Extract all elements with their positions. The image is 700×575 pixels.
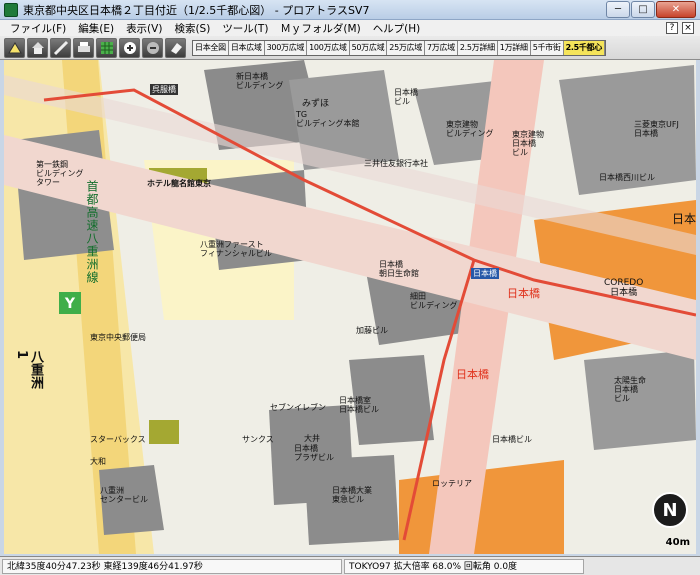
app-icon [4,2,18,17]
label-tokyo-tatemono: 東京建物 ビルディング [446,120,494,138]
label-nishikawa: 日本橋西川ビル [599,173,655,182]
subwindow-controls: ? × [666,22,694,34]
label-plaza: 日本橋 プラザビル [294,444,334,462]
label-kato: 加藤ビル [356,326,388,335]
scale-button[interactable]: 25万広域 [387,40,425,55]
label-taiyo: 太陽生命 日本橋 ビル [614,376,646,403]
menu-tools[interactable]: ツール(T) [216,21,274,36]
maximize-button[interactable]: □ [631,1,655,18]
compass-icon[interactable]: N [652,492,688,528]
map-svg[interactable]: Y [4,60,696,554]
scale-button[interactable]: 1万詳細 [497,40,531,55]
scale-button[interactable]: 100万広域 [307,40,350,55]
eraser-icon[interactable] [165,37,186,58]
coordinates-readout: 北緯35度40分47.23秒 東経139度46分41.97秒 [2,558,342,574]
subwindow-close-button[interactable]: × [682,22,694,34]
menu-search[interactable]: 検索(S) [168,21,216,36]
menu-help[interactable]: ヘルプ(H) [367,21,427,36]
label-lotteria: ロッテリア [432,479,472,488]
label-hotel: ホテル龍名館東京 [147,179,211,188]
menu-myfolder[interactable]: Ｍｙフォルダ(M) [274,21,366,36]
label-coredo: COREDO 日本橋 [604,278,644,298]
menu-view[interactable]: 表示(V) [120,21,168,36]
status-bar: 北緯35度40分47.23秒 東経139度46分41.97秒 TOKYO97 拡… [0,556,700,575]
label-yaesu1: 八重洲 1 [14,350,43,389]
zoom-in-icon[interactable] [119,37,140,58]
scale-bar: 40m [665,537,690,548]
label-mitsui: 三井住友銀行本社 [364,159,428,168]
home-icon[interactable] [27,37,48,58]
measure-icon[interactable] [50,37,71,58]
label-daiwa: 大和 [90,457,106,466]
label-sanmitsu: 三菱東京UFJ 日本橋 [634,120,679,138]
label-tokyo-tatemono2: 東京建物 日本橋 ビル [512,130,544,157]
grid-icon[interactable] [96,37,117,58]
map-mode-icon[interactable] [4,37,25,58]
toolbar: 日本全図 日本広域 300万広域 100万広域 50万広域 25万広域 7万広域… [0,36,700,60]
label-asahi: 日本橋 朝日生命館 [379,260,419,278]
label-hosoda: 細田 ビルディング [410,292,458,310]
label-nihonbashi-street: 日本橋 [507,287,540,300]
label-gofukubashi: 呉服橋 [150,84,178,95]
label-mizuho: みずほ [302,99,330,109]
title-bar: 東京都中央区日本橋２丁目付近（1/2.5千都心図） - プロアトラスSV7 ─ … [0,0,700,20]
label-nihonbashi-bldg: 日本橋 ビル [394,88,418,106]
scale-button[interactable]: 日本広域 [228,40,265,55]
label-shutoko: 首都高速八重洲線 [85,180,99,284]
scale-button[interactable]: 日本全図 [193,40,229,55]
scale-selector: 日本全図 日本広域 300万広域 100万広域 50万広域 25万広域 7万広域… [192,39,606,56]
label-nihonbashi-right: 日本橋 [672,212,696,226]
label-shintokiwabashi: 新日本橋 ビルディング [236,72,284,90]
scale-button[interactable]: 5千市街 [530,40,564,55]
label-station-sign: 日本橋 [471,268,499,279]
scale-button-active[interactable]: 2.5千都心 [563,40,605,55]
close-button[interactable]: ✕ [656,1,696,18]
label-tg: TG ビルディング本館 [296,110,360,128]
label-chuo-yubin: 東京中央郵便局 [90,333,146,342]
menu-edit[interactable]: 編集(E) [72,21,120,36]
label-oi: 大井 [304,434,320,443]
menu-file[interactable]: ファイル(F) [4,21,72,36]
window-title: 東京都中央区日本橋２丁目付近（1/2.5千都心図） - プロアトラスSV7 [23,3,370,17]
scale-button[interactable]: 50万広域 [349,40,388,55]
label-sunkus: サンクス [242,435,274,444]
label-nihonbashi-st: 日本橋 [456,368,489,381]
scale-button[interactable]: 300万広域 [264,40,308,55]
print-icon[interactable] [73,37,94,58]
window-controls: ─ □ ✕ [606,1,696,18]
menu-bar: ファイル(F) 編集(E) 表示(V) 検索(S) ツール(T) Ｍｙフォルダ(… [0,20,700,36]
datum-readout: TOKYO97 拡大倍率 68.0% 回転角 0.0度 [344,558,584,574]
minimize-button[interactable]: ─ [606,1,630,18]
help-button[interactable]: ? [666,22,678,34]
label-starbucks: スターバックス [90,435,146,444]
scale-button[interactable]: 2.5万詳細 [457,40,498,55]
label-tekko: 第一鉄鋼 ビルディング タワー [36,160,84,187]
scale-button[interactable]: 7万広域 [424,40,458,55]
label-yaesu-center: 八重洲 センタービル [100,486,148,504]
label-yaesu-first: 八重洲ファースト フィナンシャルビル [200,240,272,258]
label-kotobuki: 日本橋大業 東急ビル [332,486,372,504]
label-yamamoto: 日本橋ビル [492,435,532,444]
y-station-icon: Y [64,296,76,312]
label-nihonbashi-shoji: 日本橋室 日本橋ビル [339,396,379,414]
map-canvas[interactable]: Y 新日本橋 ビルディング みずほ TG ビルディング本館 日本橋 ビル 東京建… [4,60,696,554]
compass-letter: N [662,499,678,521]
zoom-out-icon[interactable] [142,37,163,58]
label-seven: セブンイレブン [270,403,326,412]
